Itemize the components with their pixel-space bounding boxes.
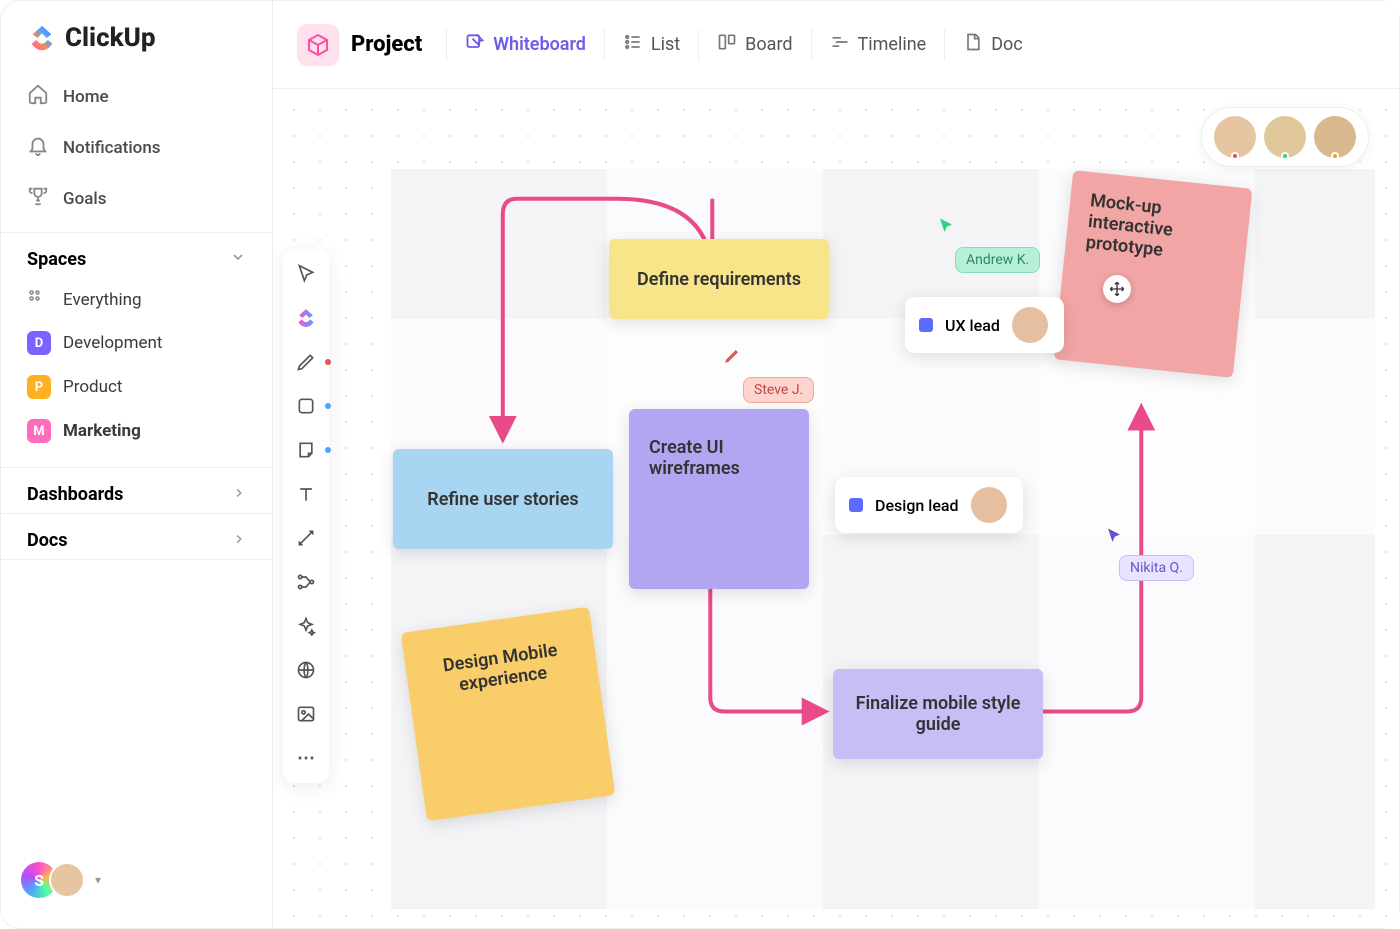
space-badge: P bbox=[27, 375, 51, 399]
assignee-avatar bbox=[1012, 307, 1048, 343]
caret-down-icon: ▾ bbox=[95, 873, 101, 887]
cursor-icon bbox=[1105, 527, 1123, 550]
home-icon bbox=[27, 83, 49, 110]
tool-relationship[interactable] bbox=[291, 567, 321, 597]
nav-label: Goals bbox=[63, 189, 106, 209]
task-status-icon bbox=[849, 498, 863, 512]
tool-ai[interactable] bbox=[291, 611, 321, 641]
view-tab-list[interactable]: List bbox=[605, 24, 698, 65]
tool-shape[interactable] bbox=[291, 391, 321, 421]
user-menu[interactable]: S ▾ bbox=[1, 842, 272, 928]
sidebar-item-development[interactable]: D Development bbox=[1, 321, 272, 365]
nav-home[interactable]: Home bbox=[13, 71, 260, 122]
board-icon bbox=[717, 32, 737, 57]
timeline-icon bbox=[830, 32, 850, 57]
task-status-icon bbox=[919, 318, 933, 332]
cube-icon bbox=[297, 24, 339, 66]
list-icon bbox=[623, 32, 643, 57]
whiteboard-canvas[interactable]: Define requirements Refine user stories … bbox=[273, 89, 1399, 928]
tool-sticky[interactable] bbox=[291, 435, 321, 465]
chevron-right-icon bbox=[232, 484, 246, 505]
bell-icon bbox=[27, 134, 49, 161]
sticky-note-define-requirements[interactable]: Define requirements bbox=[609, 239, 829, 319]
chevron-right-icon bbox=[232, 530, 246, 551]
nav-notifications[interactable]: Notifications bbox=[13, 122, 260, 173]
tool-image[interactable] bbox=[291, 699, 321, 729]
chevron-down-icon bbox=[230, 249, 246, 270]
whiteboard-toolbar: ⋯ bbox=[283, 249, 329, 783]
clickup-logo-icon bbox=[27, 23, 57, 53]
sidebar-item-product[interactable]: P Product bbox=[1, 365, 272, 409]
trophy-icon bbox=[27, 185, 49, 212]
main: Project Whiteboard List Board bbox=[273, 1, 1399, 928]
topbar: Project Whiteboard List Board bbox=[273, 1, 1399, 89]
move-handle-icon[interactable] bbox=[1103, 275, 1131, 303]
project-title: Project bbox=[351, 32, 422, 57]
tool-connector[interactable] bbox=[291, 523, 321, 553]
space-label: Everything bbox=[63, 290, 142, 310]
tool-pen[interactable] bbox=[291, 347, 321, 377]
doc-icon bbox=[963, 32, 983, 57]
tool-select[interactable] bbox=[291, 259, 321, 289]
sidebar-item-marketing[interactable]: M Marketing bbox=[1, 409, 272, 453]
space-label: Product bbox=[63, 377, 122, 397]
cursor-icon bbox=[937, 217, 955, 240]
presence-avatar[interactable] bbox=[1214, 116, 1256, 158]
brand-name: ClickUp bbox=[65, 23, 156, 53]
presence-avatar[interactable] bbox=[1314, 116, 1356, 158]
brand-logo[interactable]: ClickUp bbox=[1, 23, 272, 63]
cursor-label-nikita: Nikita Q. bbox=[1119, 555, 1194, 581]
pencil-cursor-icon bbox=[723, 347, 741, 370]
sticky-note-finalize-style-guide[interactable]: Finalize mobile style guide bbox=[833, 669, 1043, 759]
space-label: Development bbox=[63, 333, 162, 353]
sidebar-item-everything[interactable]: Everything bbox=[1, 278, 272, 321]
nav-label: Notifications bbox=[63, 138, 161, 158]
project-chip[interactable]: Project bbox=[297, 24, 422, 66]
space-badge: D bbox=[27, 331, 51, 355]
tool-task[interactable] bbox=[291, 303, 321, 333]
space-badge: M bbox=[27, 419, 51, 443]
sidebar-item-docs[interactable]: Docs bbox=[1, 514, 272, 559]
nav-goals[interactable]: Goals bbox=[13, 173, 260, 224]
presence-avatar[interactable] bbox=[1264, 116, 1306, 158]
tool-web[interactable] bbox=[291, 655, 321, 685]
grid-dots-icon bbox=[27, 288, 51, 311]
task-chip-ux-lead[interactable]: UX lead bbox=[905, 297, 1064, 353]
sidebar: ClickUp Home Notifications Goals Spaces bbox=[1, 1, 273, 928]
sticky-note-refine-user-stories[interactable]: Refine user stories bbox=[393, 449, 613, 549]
sticky-note-design-mobile[interactable]: Design Mobile experience bbox=[401, 607, 616, 822]
sticky-note-create-wireframes[interactable]: Create UI wireframes bbox=[629, 409, 809, 589]
task-chip-design-lead[interactable]: Design lead bbox=[835, 477, 1023, 533]
spaces-header[interactable]: Spaces bbox=[1, 233, 272, 278]
sidebar-item-dashboards[interactable]: Dashboards bbox=[1, 468, 272, 513]
nav-label: Home bbox=[63, 87, 109, 107]
user-avatar bbox=[49, 862, 85, 898]
sticky-note-mockup-prototype[interactable]: Mock-up interactive prototype bbox=[1054, 170, 1253, 378]
view-tab-whiteboard[interactable]: Whiteboard bbox=[447, 24, 604, 65]
view-tab-timeline[interactable]: Timeline bbox=[812, 24, 945, 65]
assignee-avatar bbox=[971, 487, 1007, 523]
space-label: Marketing bbox=[63, 421, 141, 441]
tool-text[interactable] bbox=[291, 479, 321, 509]
view-tab-board[interactable]: Board bbox=[699, 24, 810, 65]
whiteboard-icon bbox=[465, 32, 485, 57]
cursor-label-steve: Steve J. bbox=[743, 377, 814, 403]
presence-avatar-bar[interactable] bbox=[1201, 107, 1369, 167]
tool-more[interactable]: ⋯ bbox=[291, 743, 321, 773]
view-tab-doc[interactable]: Doc bbox=[945, 24, 1041, 65]
cursor-label-andrew: Andrew K. bbox=[955, 247, 1040, 273]
